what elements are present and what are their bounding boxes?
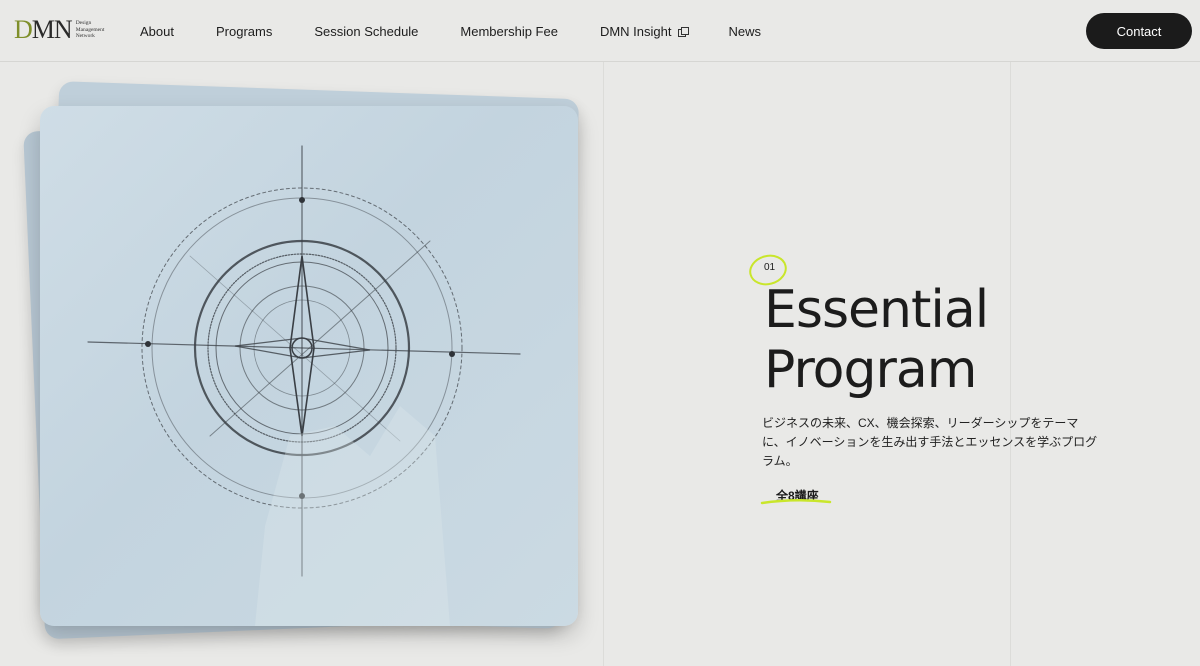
nav-label: Programs (215, 23, 273, 39)
logo-mark: DMN (14, 15, 73, 44)
compass-sketch-icon (87, 145, 521, 626)
program-description: ビジネスの未来、CX、機会探索、リーダーシップをテーマに、イノベーションを生み出… (762, 416, 1098, 468)
nav-label: Membership Fee (460, 23, 558, 39)
contact-button[interactable]: Contact (1086, 13, 1192, 49)
nav-label: About (140, 23, 174, 39)
program-title: Essential Program (764, 280, 1122, 400)
nav-session-schedule[interactable]: Session Schedule (314, 24, 418, 39)
logo-sub-line: Network (75, 33, 95, 40)
nav-programs[interactable]: Programs (216, 24, 272, 39)
title-line: Essential (764, 280, 989, 340)
nav-about[interactable]: About (140, 24, 174, 39)
program-number: 01 (764, 262, 776, 273)
grid-line (603, 62, 604, 666)
nav-dmn-insight[interactable]: DMN Insight (599, 23, 689, 39)
program-illustration (23, 81, 590, 646)
title-line: Program (764, 340, 977, 400)
dmn-logo[interactable]: DMN Design Management Network (14, 17, 104, 43)
nav-membership-fee[interactable]: Membership Fee (460, 24, 558, 39)
nav-label: Session Schedule (314, 23, 419, 39)
nav-label: DMN Insight (599, 23, 672, 39)
nav-label: News (728, 23, 762, 39)
course-count[interactable]: 全8講座 (760, 487, 832, 505)
highlight-underline-icon (760, 498, 832, 505)
site-header: DMN Design Management Network About Prog… (0, 0, 1200, 62)
external-link-icon (677, 26, 689, 37)
main-nav: About Programs Session Schedule Membersh… (140, 0, 803, 62)
program-intro: 01 Essential Program ビジネスの未来、CX、機会探索、リーダ… (749, 252, 1122, 505)
program-number-badge: 01 (749, 252, 800, 286)
logo-subtitle: Design Management Network (76, 20, 105, 40)
nav-news[interactable]: News (729, 24, 762, 39)
paper-sheet-front (40, 106, 578, 626)
